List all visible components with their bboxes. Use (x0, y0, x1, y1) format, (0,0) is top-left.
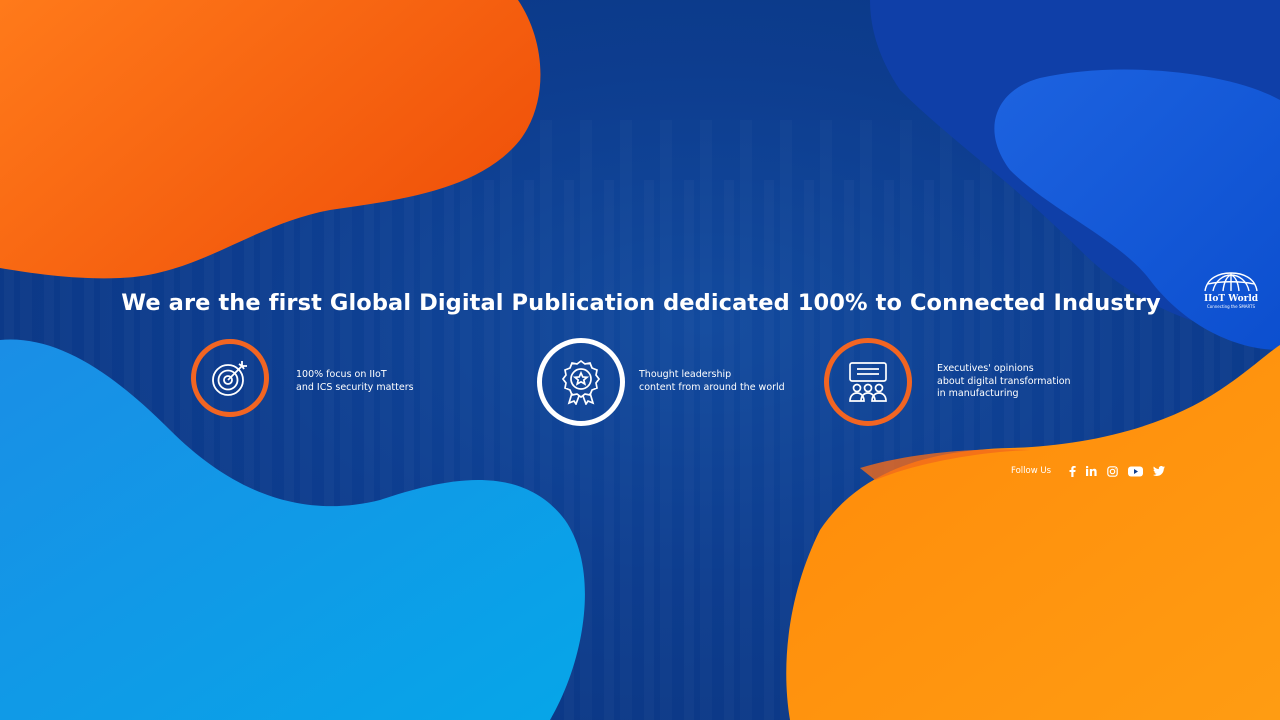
feature-executives-text: Executives' opinions about digital trans… (937, 363, 1071, 401)
youtube-icon[interactable] (1128, 464, 1144, 478)
feature-focus-line-1: 100% focus on IIoT (296, 369, 387, 380)
background-blobs (0, 0, 1280, 720)
feature-leadership-text: Thought leadership content from around t… (639, 369, 785, 394)
linkedin-icon[interactable] (1086, 464, 1097, 478)
feature-focus-text: 100% focus on IIoT and ICS security matt… (296, 369, 414, 394)
feature-executives-line-2: about digital transformation (937, 375, 1071, 387)
twitter-icon[interactable] (1153, 464, 1166, 478)
feature-executives-line-1: Executives' opinions (937, 363, 1034, 374)
facebook-icon[interactable] (1069, 464, 1076, 478)
instagram-icon[interactable] (1107, 464, 1118, 478)
channel-banner: We are the first Global Digital Publicat… (0, 0, 1280, 720)
iiot-world-logo: IIoT World Connecting the SMARTS (1198, 272, 1264, 312)
follow-us-label: Follow Us (1011, 466, 1052, 476)
feature-focus-line-2: and ICS security matters (296, 381, 414, 393)
award-badge-icon (537, 338, 625, 426)
feature-leadership-line-1: Thought leadership (639, 369, 732, 380)
social-follow-bar: Follow Us (1011, 464, 1175, 478)
page-headline: We are the first Global Digital Publicat… (121, 290, 1161, 316)
target-icon (191, 339, 269, 417)
globe-logo-icon (1204, 272, 1258, 292)
logo-tagline: Connecting the SMARTS (1206, 304, 1256, 309)
presentation-audience-icon (824, 338, 912, 426)
logo-title: IIoT World (1203, 294, 1259, 304)
feature-leadership-line-2: content from around the world (639, 381, 785, 393)
feature-executives-line-3: in manufacturing (937, 388, 1019, 399)
